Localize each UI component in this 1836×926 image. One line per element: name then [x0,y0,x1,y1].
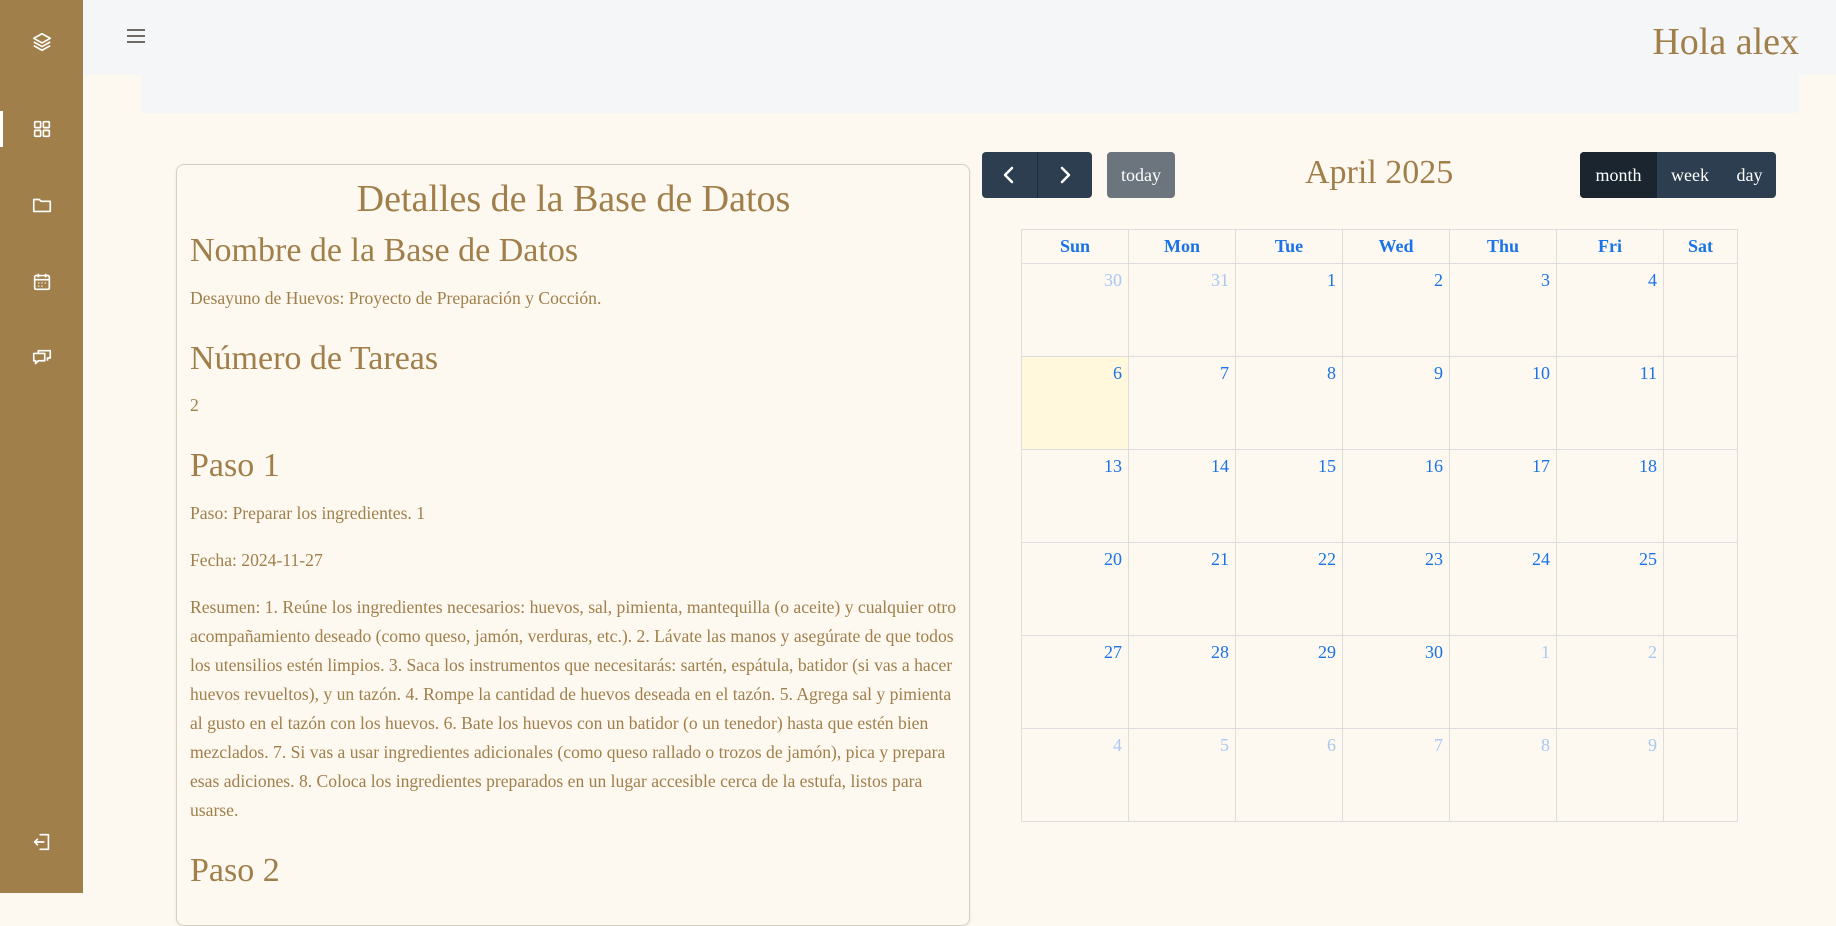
calendar-day-cell[interactable]: 9 [1342,356,1450,450]
database-details-card: Detalles de la Base de Datos Nombre de l… [176,164,970,926]
calendar-day-cell[interactable] [1663,728,1738,822]
calendar-day-cell[interactable]: 10 [1449,356,1557,450]
calendar-day-cell[interactable]: 4 [1556,263,1664,357]
calendar-day-cell[interactable]: 30 [1021,263,1129,357]
user-greeting: Hola alex [1652,21,1799,63]
menu-toggle-icon[interactable] [122,22,150,50]
calendar-week-row: 27 28 29 30 1 2 [1021,635,1738,729]
calendar-toolbar: today April 2025 month week day [982,152,1776,200]
calendar-view-group: month week day [1580,152,1776,198]
calendar-day-cell[interactable]: 31 [1128,263,1236,357]
task-count-value: 2 [190,395,199,416]
calendar-day-cell[interactable]: 11 [1556,356,1664,450]
calendar-day-cell[interactable]: 8 [1235,356,1343,450]
calendar-day-cell[interactable]: 16 [1342,449,1450,543]
calendar-day-cell[interactable]: 6 [1021,356,1129,450]
weekday-header: Sat [1663,229,1738,264]
chevron-left-icon [1004,166,1014,184]
calendar-day-cell[interactable]: 22 [1235,542,1343,636]
calendar-day-cell[interactable]: 3 [1449,263,1557,357]
view-week-button[interactable]: week [1657,152,1723,198]
chevron-right-icon [1060,166,1070,184]
calendar-day-cell[interactable]: 8 [1449,728,1557,822]
calendar-week-row: 13 14 15 16 17 18 [1021,449,1738,543]
calendar-day-cell[interactable]: 2 [1556,635,1664,729]
prev-month-button[interactable] [982,152,1037,198]
calendar-nav-group [982,152,1092,198]
calendar-day-cell[interactable]: 14 [1128,449,1236,543]
calendar-day-cell[interactable]: 27 [1021,635,1129,729]
weekday-header: Mon [1128,229,1236,264]
weekday-header: Tue [1235,229,1343,264]
calendar-title: April 2025 [1305,154,1454,191]
calendar-week-row: 20 21 22 23 24 25 [1021,542,1738,636]
view-month-button[interactable]: month [1580,152,1657,198]
calendar-day-cell[interactable]: 6 [1235,728,1343,822]
calendar-day-cell[interactable]: 9 [1556,728,1664,822]
calendar-day-cell[interactable]: 5 [1128,728,1236,822]
calendar-day-cell[interactable]: 4 [1021,728,1129,822]
weekday-header: Wed [1342,229,1450,264]
weekday-header: Fri [1556,229,1664,264]
task-count-heading: Número de Tareas [190,339,439,377]
calendar-day-cell[interactable] [1663,635,1738,729]
top-strip [142,75,1799,113]
weekday-header: Thu [1449,229,1557,264]
calendar-day-cell[interactable] [1663,356,1738,450]
sidebar [0,0,83,893]
calendar-day-cell[interactable]: 2 [1342,263,1450,357]
calendar-day-cell[interactable]: 17 [1449,449,1557,543]
calendar-day-cell[interactable]: 1 [1235,263,1343,357]
today-button[interactable]: today [1107,152,1175,198]
calendar-day-cell[interactable]: 18 [1556,449,1664,543]
step1-date: Fecha: 2024-11-27 [190,550,323,571]
calendar-day-cell[interactable]: 29 [1235,635,1343,729]
calendar-day-cell[interactable]: 21 [1128,542,1236,636]
calendar-day-cell[interactable]: 13 [1021,449,1129,543]
step2-heading: Paso 2 [190,852,280,890]
calendar-day-cell[interactable]: 7 [1128,356,1236,450]
dashboard-icon[interactable] [0,109,83,149]
calendar-week-row: 30 31 1 2 3 4 [1021,263,1738,357]
calendar-day-cell[interactable]: 28 [1128,635,1236,729]
folder-icon[interactable] [0,185,83,225]
top-bar [83,0,1836,75]
weekday-header-row: Sun Mon Tue Wed Thu Fri Sat [1021,229,1738,264]
calendar-day-cell[interactable] [1663,263,1738,357]
calendar-day-cell[interactable]: 20 [1021,542,1129,636]
view-day-button[interactable]: day [1723,152,1776,198]
logout-icon[interactable] [0,822,83,862]
next-month-button[interactable] [1036,152,1093,198]
calendar-day-cell[interactable]: 23 [1342,542,1450,636]
calendar-week-row: 456789 [1021,728,1738,822]
calendar-day-cell[interactable]: 7 [1342,728,1450,822]
calendar-day-cell[interactable]: 15 [1235,449,1343,543]
calendar-week-row: 6 7 8 9 10 11 [1021,356,1738,450]
layers-icon[interactable] [0,22,83,62]
db-name-heading: Nombre de la Base de Datos [190,231,579,269]
card-title: Detalles de la Base de Datos [356,178,791,220]
calendar-day-cell[interactable] [1663,542,1738,636]
chat-icon[interactable] [0,338,83,378]
calendar-month-grid: Sun Mon Tue Wed Thu Fri Sat 30 31 1 2 3 4 6 7 8 9… [1021,229,1738,822]
step1-summary: Resumen: 1. Reúne los ingredientes neces… [190,597,957,821]
calendar-day-cell[interactable]: 25 [1556,542,1664,636]
calendar-icon[interactable] [0,262,83,302]
step1-step: Paso: Preparar los ingredientes. 1 [190,503,426,524]
calendar-day-cell[interactable]: 1 [1449,635,1557,729]
weekday-header: Sun [1021,229,1129,264]
step1-heading: Paso 1 [190,447,280,485]
calendar-day-cell[interactable] [1663,449,1738,543]
calendar-day-cell[interactable]: 30 [1342,635,1450,729]
calendar-day-cell[interactable]: 24 [1449,542,1557,636]
db-name-value: Desayuno de Huevos: Proyecto de Preparac… [190,287,602,308]
